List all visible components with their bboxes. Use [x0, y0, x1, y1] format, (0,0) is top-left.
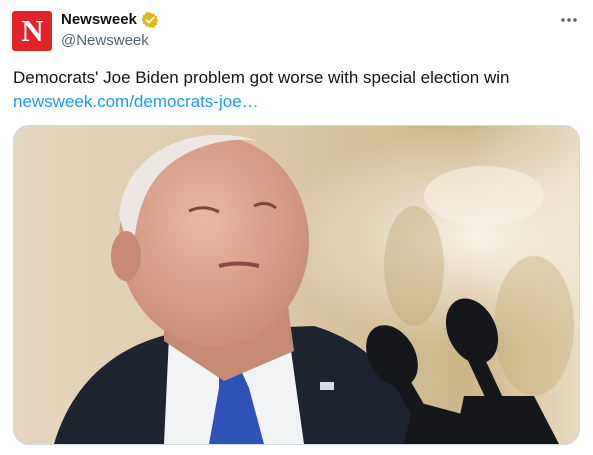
account-avatar[interactable]: N [12, 11, 52, 51]
verified-badge-icon [141, 12, 159, 28]
display-name[interactable]: Newsweek [61, 10, 137, 30]
tweet-card: N Newsweek @Newsweek Democrats' Joe Bide… [0, 0, 593, 455]
tweet-media-image[interactable] [13, 125, 580, 445]
account-handle[interactable]: @Newsweek [61, 31, 149, 51]
more-options-icon[interactable] [559, 10, 579, 30]
avatar-letter: N [21, 13, 43, 48]
tweet-link[interactable]: newsweek.com/democrats-joe… [13, 92, 259, 112]
tweet-text: Democrats' Joe Biden problem got worse w… [13, 68, 510, 87]
name-row: Newsweek [61, 10, 159, 30]
speaker-photo [14, 126, 579, 444]
